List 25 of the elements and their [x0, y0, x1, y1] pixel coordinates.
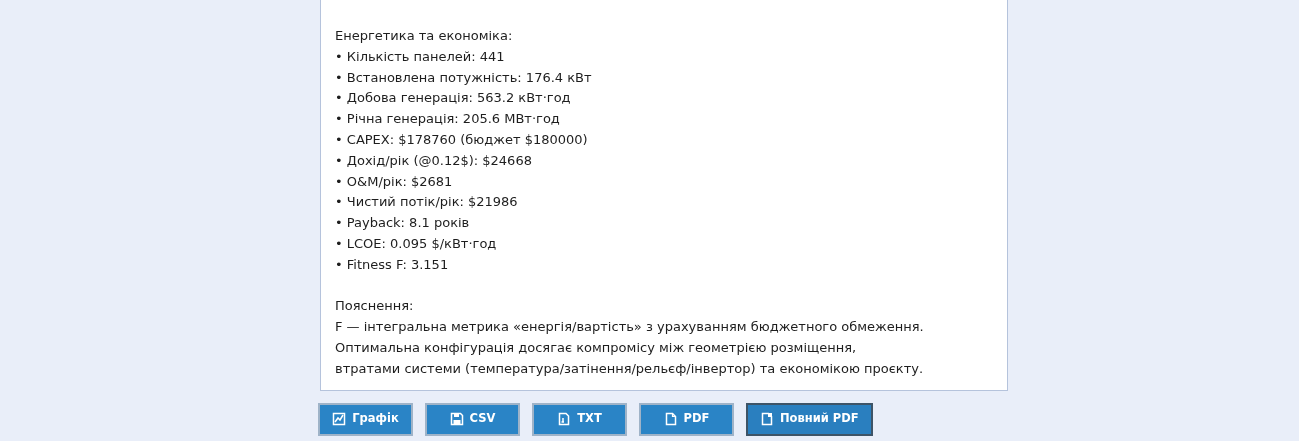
export-button[interactable]: PDF — [639, 402, 734, 436]
report-line: • Кількість панелей: 441 — [335, 47, 506, 66]
section-heading: Пояснення: — [335, 297, 415, 316]
report-line: • Дохід/рік (@0.12$): $24668 — [335, 151, 533, 170]
report-line: • Добова генерація: 563.2 кВт·год — [335, 89, 572, 108]
report-line: • CAPEX: $178760 (бюджет $180000) — [335, 131, 589, 149]
document-icon — [663, 412, 678, 427]
report-line: Оптимальна конфігурація досягає компромісу між геометрією розміщення, — [335, 338, 858, 357]
report-line: • O&M/рік: $2681 — [335, 172, 454, 191]
export-button[interactable]: Графік — [318, 402, 413, 436]
report-line: • LCOE: 0.095 $/кВт·год — [335, 234, 498, 253]
report-line: втратами системи (температура/затінення/рельєф/інвертор) та економікою проєкту. — [335, 359, 925, 378]
report-line: • Payback: 8.1 років — [335, 214, 471, 233]
report-line: • Річна генерація: 205.6 МВт·год — [335, 110, 561, 129]
report-line: • Встановлена потужність: 176.4 кВт — [335, 68, 593, 87]
section-heading: Енергетика та економіка: — [335, 27, 514, 45]
export-button[interactable]: CSV — [425, 402, 520, 436]
file-icon — [557, 412, 572, 427]
report-line: F — інтегральна метрика «енергія/вартість» з урахуванням бюджетного обмеження. — [335, 318, 925, 337]
export-button[interactable]: Повний PDF — [746, 402, 873, 436]
report-line: • Чистий потік/рік: $21986 — [335, 193, 519, 212]
chart-icon — [332, 412, 347, 427]
documents-icon — [760, 412, 774, 427]
export-button[interactable]: TXT — [532, 402, 627, 436]
report-line: • Fitness F: 3.151 — [335, 255, 450, 274]
